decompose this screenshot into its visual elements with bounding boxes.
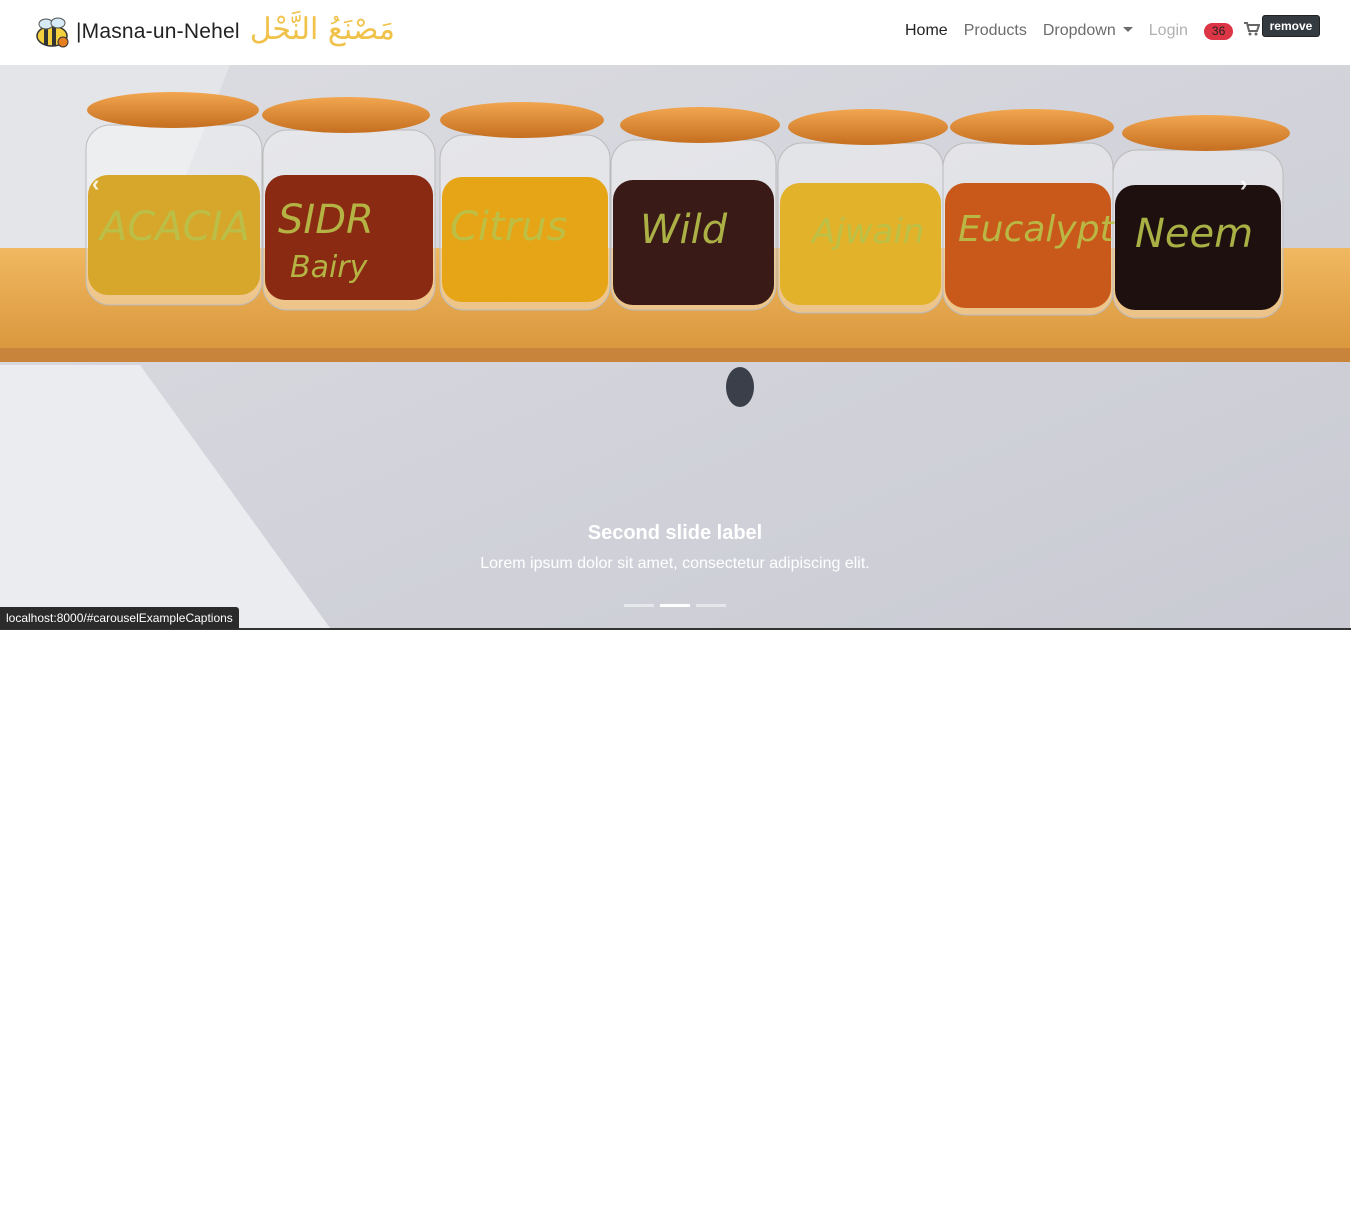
nav-dropdown-label: Dropdown bbox=[1042, 22, 1116, 39]
jar-label-6: Eucalypt bbox=[958, 209, 1116, 250]
carousel-indicators bbox=[624, 604, 732, 607]
cart-count-badge: 36 bbox=[1203, 23, 1234, 40]
caption-title: Second slide label bbox=[587, 522, 763, 544]
nav-products[interactable]: Products bbox=[964, 22, 1027, 40]
jar-label-3: Citrus bbox=[450, 204, 567, 250]
brand-link[interactable]: |Masna-un-Nehel مَصْنَعُ النَّحْل bbox=[32, 12, 395, 52]
nav-login[interactable]: Login bbox=[1149, 22, 1188, 40]
jar-label-4: Wild bbox=[640, 207, 728, 253]
browser-status-url: localhost:8000/#carouselExampleCaptions bbox=[0, 607, 239, 629]
nav-dropdown[interactable]: Dropdown bbox=[1043, 22, 1133, 40]
jar-label-2-sub: Bairy bbox=[290, 250, 369, 285]
carousel-prev-icon[interactable]: ‹ bbox=[92, 171, 112, 196]
jar-label-7: Neem bbox=[1135, 211, 1253, 257]
carousel-indicator-2[interactable] bbox=[660, 604, 690, 607]
remove-button[interactable]: remove bbox=[1262, 15, 1320, 37]
navbar: |Masna-un-Nehel مَصْنَعُ النَّحْل Home P… bbox=[0, 0, 1350, 65]
shopping-cart-icon bbox=[1243, 22, 1260, 36]
jar-label-2: SIDR bbox=[278, 197, 374, 243]
jar-label-1: ACACIA bbox=[97, 204, 250, 250]
nav-home[interactable]: Home bbox=[905, 22, 948, 40]
caret-down-icon bbox=[1122, 27, 1133, 32]
carousel-next-icon[interactable]: › bbox=[1240, 171, 1260, 196]
bee-logo-icon bbox=[36, 17, 69, 48]
caption-text: Lorem ipsum dolor sit amet, consectetur … bbox=[480, 555, 870, 572]
brand-arabic-logo: مَصْنَعُ النَّحْل bbox=[249, 11, 395, 47]
nav-menu: Home Products Dropdown Login 36 bbox=[905, 22, 1260, 40]
jar-label-5: Ajwain bbox=[810, 212, 924, 252]
cart-link[interactable]: 36 bbox=[1203, 22, 1260, 40]
carousel-indicator-3[interactable] bbox=[696, 604, 726, 607]
carousel-indicator-1[interactable] bbox=[624, 604, 654, 607]
brand-name: |Masna-un-Nehel bbox=[76, 20, 240, 43]
carousel: ACACIA SIDR Bairy Citrus Wild Ajwain Euc… bbox=[0, 65, 1350, 628]
